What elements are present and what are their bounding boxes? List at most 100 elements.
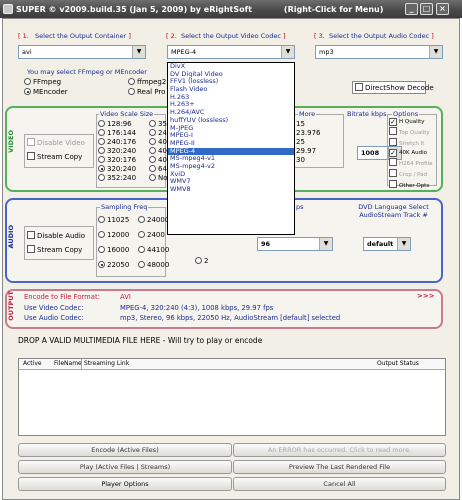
container-select[interactable]: avi ▼ [18, 45, 146, 59]
option-checkbox[interactable]: ✓ H Quality [389, 118, 432, 127]
scale-size-option[interactable]: 320:240 [98, 165, 136, 174]
checkbox-icon: ✓ [389, 149, 397, 157]
radio-icon [149, 129, 156, 136]
encoder-option-ffmpeg2[interactable]: ffmpeg2 [128, 78, 166, 87]
sampling-title: Sampling Freq [100, 203, 149, 211]
sampling-rate-option[interactable]: 11025 [98, 213, 138, 228]
disable-video-checkbox[interactable]: Disable Video [27, 138, 85, 148]
dvd-lang-select[interactable]: default ▼ [363, 237, 411, 251]
radio-icon [138, 261, 145, 268]
dropdown-item[interactable]: MS-mpeg4-v2 [168, 162, 294, 171]
sampling-rate-label: 11025 [107, 216, 130, 224]
output-more-button[interactable]: >>> [417, 292, 435, 300]
file-table[interactable]: Active FileName Streaming Link Output St… [18, 358, 446, 436]
fps-value: 25 [296, 138, 305, 146]
scale-size-label: 40 [158, 156, 167, 164]
sampling-rate-label: 2400 [147, 231, 165, 239]
option-checkbox[interactable]: Other Opts [389, 180, 432, 191]
dropdown-item[interactable]: WMV8 [168, 185, 294, 194]
disable-audio-checkbox[interactable]: Disable Audio [27, 231, 85, 241]
video-codec-header: [ 2. Select the Output Video Codec ] [166, 32, 286, 40]
radio-icon [98, 231, 105, 238]
window-title: SUPER © v2009.build.35 (Jan 5, 2009) by … [16, 4, 252, 14]
col-streaming-link[interactable]: Streaming Link [81, 359, 129, 369]
drop-instructions: DROP A VALID MULTIMEDIA FILE HERE - Will… [18, 336, 263, 345]
sampling-rate-label: 44100 [147, 246, 170, 254]
checkbox-icon [389, 138, 397, 146]
option-checkbox[interactable]: H264 Profile [389, 158, 432, 169]
col-filename[interactable]: FileName [54, 359, 82, 369]
scale-size-label: 320:240 [107, 147, 137, 155]
maximize-button[interactable]: □ [420, 3, 433, 15]
checkbox-icon [27, 138, 35, 146]
video-codec-value: MPEG-4 [171, 48, 197, 56]
close-button[interactable]: × [436, 3, 449, 15]
chevron-down-icon: ▼ [397, 238, 410, 250]
radio-icon [98, 156, 105, 163]
option-checkbox[interactable]: Top Quality [389, 127, 432, 138]
scale-size-option[interactable]: 128:96 [98, 120, 136, 129]
sampling-rate-label: 16000 [107, 246, 130, 254]
radio-icon [98, 129, 105, 136]
fps-value: 23.976 [296, 129, 321, 137]
title-bar: SUPER © v2009.build.35 (Jan 5, 2009) by … [0, 0, 462, 18]
preview-button[interactable]: Preview The Last Rendered File [233, 460, 446, 474]
audio-codec-header: [ 3. Select the Output Audio Codec ] [314, 32, 434, 40]
play-button[interactable]: Play (Active Files | Streams) [18, 460, 232, 474]
col-active[interactable]: Active [23, 359, 42, 369]
directshow-checkbox[interactable]: DirectShow Decode [352, 81, 434, 94]
cancel-all-button[interactable]: Cancel All [233, 477, 446, 491]
option-checkbox[interactable]: ✓ 40K Audio [389, 149, 432, 158]
options-list: ✓ H Quality Top Quality Stretch It ✓ 40K Audi… [389, 118, 432, 191]
audio-kbps-select[interactable]: 96 ▼ [257, 237, 333, 251]
radio-icon [98, 246, 105, 253]
audio-stream-copy-checkbox[interactable]: Stream Copy [27, 245, 82, 255]
sampling-rate-option[interactable]: 24000 [138, 213, 169, 228]
video-codec-select[interactable]: MPEG-4 ▼ [167, 45, 295, 59]
audio-kbps-title: ps [296, 203, 304, 211]
radio-icon [98, 138, 105, 145]
video-stream-copy-checkbox[interactable]: Stream Copy [27, 152, 82, 162]
encoder-option-mencoder[interactable]: MEncoder [24, 88, 68, 97]
option-label: Stretch It [399, 141, 425, 147]
sampling-rate-option[interactable]: 48000 [138, 258, 169, 273]
option-checkbox[interactable]: Crop / Pad [389, 169, 432, 180]
format-value: AVI [120, 293, 131, 301]
radio-icon [149, 138, 156, 145]
encode-button[interactable]: Encode (Active Files) [18, 443, 232, 457]
encoder-title: You may select FFmpeg or MEncoder [27, 68, 147, 76]
sampling-rate-option[interactable]: 22050 [98, 258, 138, 273]
chevron-down-icon: ▼ [429, 46, 442, 58]
option-checkbox[interactable]: Stretch It [389, 138, 432, 149]
scale-size-option[interactable]: 176:144 [98, 129, 136, 138]
scale-size-option[interactable]: 320:176 [98, 156, 136, 165]
minimize-button[interactable]: _ [405, 3, 418, 15]
option-label: H Quality [399, 119, 425, 125]
radio-icon [98, 216, 105, 223]
scale-size-label: 176:144 [107, 129, 137, 137]
fps-value: 15 [296, 120, 305, 128]
col-output-status[interactable]: Output Status [377, 359, 419, 369]
options-title: Options [392, 110, 420, 118]
radio-icon [149, 165, 156, 172]
encoder-option-ffmpeg[interactable]: FFmpeg [24, 78, 61, 87]
radio-icon [149, 174, 156, 181]
sampling-rate-option[interactable]: 12000 [98, 228, 138, 243]
error-button[interactable]: An ERROR has occurred. Click to read mor… [233, 443, 446, 457]
scale-size-option[interactable]: 240:176 [98, 138, 136, 147]
sampling-rate-option[interactable]: 44100 [138, 243, 170, 258]
player-options-button[interactable]: Player Options [18, 477, 232, 491]
scale-size-option[interactable]: 320:240 [98, 147, 136, 156]
sampling-rate-list: 11025 24000 12000 2400 16000 44100 22050 48000 [98, 213, 170, 273]
scale-size-option[interactable]: 352:240 [98, 174, 136, 183]
option-label: H264 Profile [399, 161, 433, 167]
sampling-rate-option[interactable]: 16000 [98, 243, 138, 258]
bitrate-value: 1008 [361, 149, 380, 157]
audio-codec-select[interactable]: mp3 ▼ [315, 45, 443, 59]
channels-option[interactable]: 2 [195, 257, 208, 266]
encoder-option-realpro[interactable]: Real Pro [128, 88, 165, 97]
sampling-rate-option[interactable]: 2400 [138, 228, 166, 243]
checkbox-icon [389, 180, 397, 188]
radio-icon [149, 147, 156, 154]
container-value: avi [22, 48, 32, 56]
